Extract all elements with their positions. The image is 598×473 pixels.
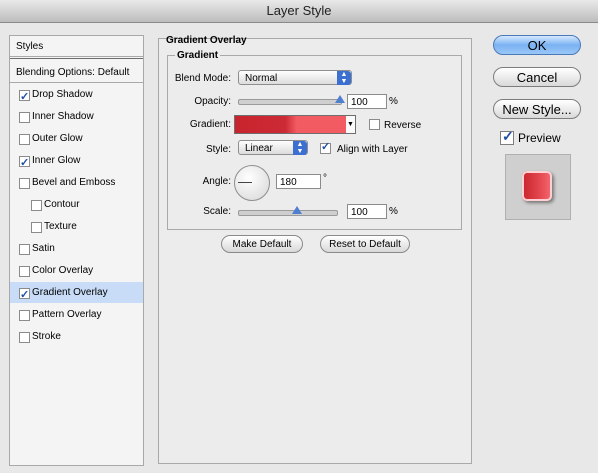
scale-unit: %	[389, 206, 398, 217]
sidebar-item-label: Stroke	[32, 331, 61, 342]
blending-options-item[interactable]: Blending Options: Default	[10, 62, 143, 83]
sidebar-item-texture[interactable]: Texture	[10, 216, 143, 237]
updown-arrows-icon: ▲ ▼	[293, 141, 307, 155]
sidebar-item-inner-shadow[interactable]: Inner Shadow	[10, 106, 143, 127]
angle-hand-icon	[238, 182, 252, 183]
inner-shadow-checkbox[interactable]	[19, 112, 30, 123]
sidebar-item-label: Texture	[44, 221, 77, 232]
texture-checkbox[interactable]	[31, 222, 42, 233]
sidebar-item-label: Pattern Overlay	[32, 309, 102, 320]
gradient-dropdown-icon[interactable]: ▼	[346, 115, 356, 134]
sidebar-item-label: Drop Shadow	[32, 89, 93, 100]
sidebar-item-outer-glow[interactable]: Outer Glow	[10, 128, 143, 149]
sidebar-item-label: Inner Shadow	[32, 111, 94, 122]
sidebar-item-label: Outer Glow	[32, 133, 83, 144]
sidebar-item-satin[interactable]: Satin	[10, 238, 143, 259]
sidebar-item-contour[interactable]: Contour	[10, 194, 143, 215]
scale-label: Scale:	[203, 206, 231, 217]
stroke-checkbox[interactable]	[19, 332, 30, 343]
bevel-emboss-checkbox[interactable]	[19, 178, 30, 189]
style-value: Linear	[245, 143, 273, 154]
pattern-overlay-checkbox[interactable]	[19, 310, 30, 321]
gradient-swatch[interactable]	[234, 115, 348, 134]
opacity-slider[interactable]	[238, 99, 342, 105]
preview-checkbox[interactable]	[500, 128, 514, 145]
sidebar-item-inner-glow[interactable]: Inner Glow	[10, 150, 143, 174]
opacity-unit: %	[389, 96, 398, 107]
angle-input[interactable]: 180	[276, 174, 321, 189]
styles-list: Styles Blending Options: Default Drop Sh…	[9, 35, 144, 466]
preview-label: Preview	[518, 131, 561, 145]
ok-button[interactable]: OK	[493, 35, 581, 55]
sidebar-item-gradient-overlay[interactable]: Gradient Overlay	[10, 282, 143, 306]
blend-mode-value: Normal	[245, 73, 278, 84]
scale-input[interactable]: 100	[347, 204, 387, 219]
sidebar-item-label: Inner Glow	[32, 155, 81, 166]
styles-header[interactable]: Styles	[10, 36, 143, 57]
reverse-label: Reverse	[384, 120, 422, 131]
blend-mode-label: Blend Mode:	[174, 73, 231, 84]
blend-mode-select[interactable]: Normal ▲ ▼	[238, 70, 352, 85]
scale-slider-thumb[interactable]	[291, 206, 302, 214]
satin-checkbox[interactable]	[19, 244, 30, 255]
cancel-button[interactable]: Cancel	[493, 67, 581, 87]
sidebar-item-stroke[interactable]: Stroke	[10, 326, 143, 347]
reset-default-button[interactable]: Reset to Default	[320, 235, 410, 253]
group-title: Gradient	[175, 50, 221, 61]
align-layer-label: Align with Layer	[337, 144, 408, 155]
preview-swatch	[522, 171, 552, 201]
angle-dial[interactable]	[234, 165, 270, 201]
updown-arrows-icon: ▲ ▼	[337, 71, 351, 85]
new-style-button[interactable]: New Style...	[493, 99, 581, 119]
gradient-overlay-checkbox[interactable]	[19, 285, 30, 306]
style-select[interactable]: Linear ▲ ▼	[238, 140, 308, 155]
sidebar-item-color-overlay[interactable]: Color Overlay	[10, 260, 143, 281]
sidebar-item-drop-shadow[interactable]: Drop Shadow	[10, 84, 143, 108]
drop-shadow-checkbox[interactable]	[19, 87, 30, 108]
reverse-checkbox[interactable]	[369, 119, 380, 130]
contour-checkbox[interactable]	[31, 200, 42, 211]
angle-label: Angle:	[202, 176, 231, 187]
opacity-input[interactable]: 100	[347, 94, 387, 109]
window-title: Layer Style	[0, 0, 598, 23]
styles-divider	[10, 58, 143, 59]
sidebar-item-label: Gradient Overlay	[32, 287, 108, 298]
opacity-slider-thumb[interactable]	[335, 95, 345, 103]
outer-glow-checkbox[interactable]	[19, 134, 30, 145]
angle-unit: °	[323, 173, 327, 184]
sidebar-item-label: Satin	[32, 243, 55, 254]
make-default-button[interactable]: Make Default	[221, 235, 303, 253]
sidebar-item-pattern-overlay[interactable]: Pattern Overlay	[10, 304, 143, 325]
style-label: Style:	[205, 144, 231, 155]
sidebar-item-label: Bevel and Emboss	[32, 177, 116, 188]
opacity-label: Opacity:	[194, 96, 231, 107]
sidebar-item-label: Color Overlay	[32, 265, 94, 276]
gradient-label: Gradient:	[189, 119, 231, 130]
inner-glow-checkbox[interactable]	[19, 153, 30, 174]
align-layer-checkbox[interactable]	[320, 140, 331, 154]
sidebar-item-label: Contour	[44, 199, 80, 210]
sidebar-item-bevel-emboss[interactable]: Bevel and Emboss	[10, 172, 143, 193]
color-overlay-checkbox[interactable]	[19, 266, 30, 277]
panel-title: Gradient Overlay	[166, 35, 247, 46]
style-preview	[505, 154, 571, 220]
scale-slider[interactable]	[238, 210, 338, 216]
